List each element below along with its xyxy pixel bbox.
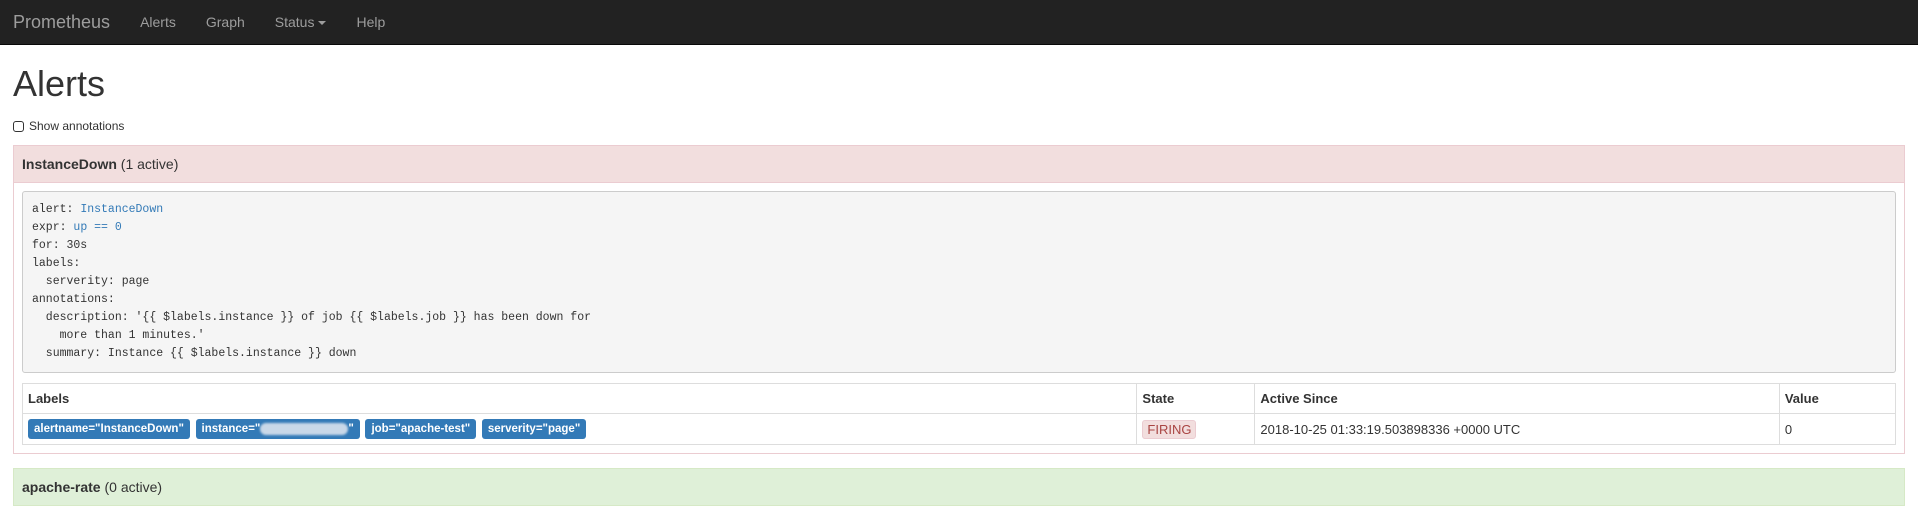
label-badge-instance: instance=" " xyxy=(195,419,360,439)
label-badge: serverity="page" xyxy=(481,419,587,439)
labels-cell: alertname="InstanceDown" instance=" " job… xyxy=(21,413,1138,445)
main-content: Alerts Show annotations InstanceDown (1 … xyxy=(0,63,1918,506)
col-state: State xyxy=(1136,383,1256,414)
col-value: Value xyxy=(1778,383,1897,414)
alert-group-active-count: (0 active) xyxy=(104,479,163,495)
state-cell: FIRING xyxy=(1136,413,1256,445)
state-badge: FIRING xyxy=(1142,419,1197,439)
rule-alert-name-link[interactable]: InstanceDown xyxy=(80,203,163,216)
show-annotations[interactable]: Show annotations xyxy=(13,119,1905,133)
label-badge: job="apache-test" xyxy=(365,419,477,439)
label-instance-text: instance=" xyxy=(201,423,261,435)
nav-help[interactable]: Help xyxy=(341,0,400,44)
alert-group-name: InstanceDown xyxy=(22,156,117,172)
top-navbar: Prometheus Alerts Graph Status Help xyxy=(0,0,1918,45)
nav-graph[interactable]: Graph xyxy=(191,0,260,44)
active-since-cell: 2018-10-25 01:33:19.503898336 +0000 UTC xyxy=(1254,413,1780,445)
alert-group-instancedown: InstanceDown (1 active) alert: InstanceD… xyxy=(13,145,1905,454)
col-active-since: Active Since xyxy=(1254,383,1780,414)
alert-group-body: alert: InstanceDown expr: up == 0 for: 3… xyxy=(14,183,1904,453)
label-instance-suffix: " xyxy=(348,423,354,435)
show-annotations-checkbox[interactable] xyxy=(13,120,24,132)
show-annotations-label: Show annotations xyxy=(29,119,125,133)
alert-group-name: apache-rate xyxy=(22,479,101,495)
alert-group-header[interactable]: InstanceDown (1 active) xyxy=(14,146,1904,183)
col-labels: Labels xyxy=(21,383,1138,414)
redacted-area xyxy=(260,422,349,435)
alerts-table: Labels State Active Since Value alertnam… xyxy=(21,383,1897,445)
table-header-row: Labels State Active Since Value xyxy=(21,383,1897,414)
page-title: Alerts xyxy=(13,63,106,104)
rule-expr-link[interactable]: up == 0 xyxy=(73,221,121,234)
table-row: alertname="InstanceDown" instance=" " job… xyxy=(21,413,1897,445)
brand-link[interactable]: Prometheus xyxy=(0,0,125,44)
nav-status-label: Status xyxy=(274,14,315,30)
alert-rule-definition: alert: InstanceDown expr: up == 0 for: 3… xyxy=(22,191,1896,373)
alert-group-active-count: (1 active) xyxy=(120,156,179,172)
rule-alert-key: alert: xyxy=(32,203,81,216)
alert-group-apache-rate: apache-rate (0 active) xyxy=(13,468,1905,506)
alert-group-header[interactable]: apache-rate (0 active) xyxy=(14,469,1904,505)
rule-expr-key: expr: xyxy=(32,221,74,234)
nav-alerts[interactable]: Alerts xyxy=(125,0,191,44)
label-badge: alertname="InstanceDown" xyxy=(28,419,190,439)
value-cell: 0 xyxy=(1778,413,1897,445)
nav-status-dropdown[interactable]: Status xyxy=(260,0,342,44)
caret-down-icon xyxy=(318,21,327,26)
rule-rest: for: 30s labels: serverity: page annotat… xyxy=(32,239,591,360)
